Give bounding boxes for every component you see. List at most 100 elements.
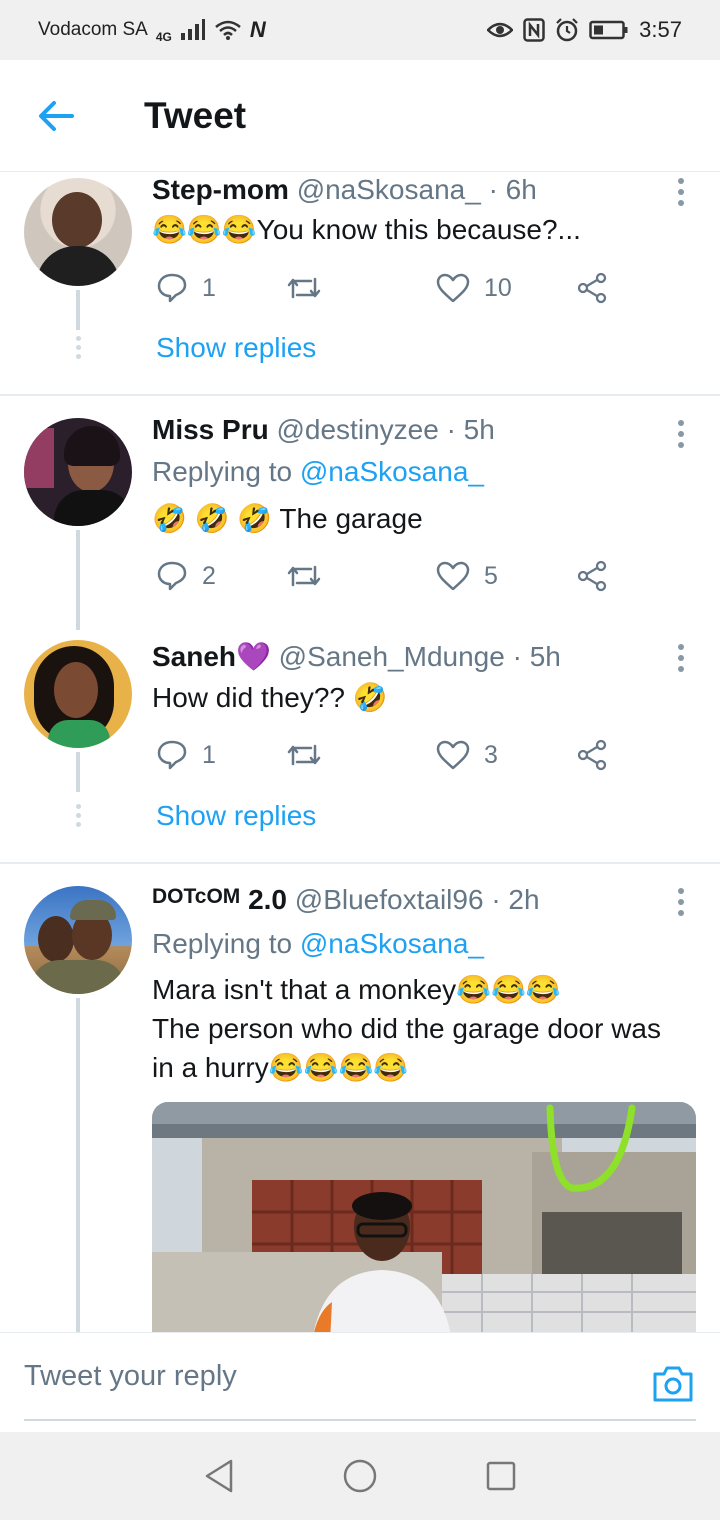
tweet-time: · 2h bbox=[491, 884, 540, 915]
arrow-left-icon bbox=[39, 100, 74, 131]
avatar-figure-body bbox=[36, 246, 120, 286]
avatar[interactable] bbox=[24, 418, 132, 526]
thread-line bbox=[76, 752, 80, 792]
tweet-text: Mara isn't that a monkey😂😂😂 The person w… bbox=[152, 970, 661, 1087]
author-handle[interactable]: @Bluefoxtail96 bbox=[295, 884, 484, 915]
share-icon bbox=[577, 739, 607, 771]
retweet-button[interactable] bbox=[286, 273, 436, 303]
share-button[interactable] bbox=[576, 560, 608, 592]
share-button[interactable] bbox=[576, 739, 608, 771]
tweet-more-button[interactable] bbox=[678, 420, 686, 448]
like-count: 3 bbox=[484, 740, 498, 769]
author-handle[interactable]: @Saneh_Mdunge bbox=[279, 641, 505, 672]
back-button[interactable] bbox=[0, 60, 112, 172]
retweet-icon bbox=[287, 565, 321, 587]
page-title: Tweet bbox=[144, 94, 247, 136]
signal-icon bbox=[180, 19, 205, 40]
home-nav-icon[interactable] bbox=[342, 1458, 378, 1494]
share-icon bbox=[577, 560, 607, 592]
tweet-text: How did they?? 🤣 bbox=[152, 682, 388, 713]
eye-icon bbox=[487, 22, 514, 38]
tweet-more-button[interactable] bbox=[678, 888, 686, 916]
nfc-icon bbox=[523, 18, 545, 42]
retweet-button[interactable] bbox=[286, 561, 436, 591]
reply-button[interactable]: 2 bbox=[156, 560, 286, 592]
thread-line bbox=[76, 290, 80, 330]
author-name[interactable]: Saneh💜 bbox=[152, 641, 271, 672]
author-handle[interactable]: @naSkosana_ bbox=[297, 174, 481, 205]
tweet-text: 🤣 🤣 🤣 The garage bbox=[152, 503, 423, 534]
like-button[interactable]: 10 bbox=[436, 273, 576, 303]
tweet-header: Step-mom @naSkosana_ · 6h bbox=[152, 174, 537, 206]
tweet-header: DOTcOM 2.0 @Bluefoxtail96 · 2h bbox=[152, 884, 540, 916]
system-navigation-bar bbox=[0, 1432, 720, 1520]
retweet-button[interactable] bbox=[286, 740, 436, 770]
camera-button[interactable] bbox=[652, 1365, 694, 1408]
thread-line bbox=[76, 998, 80, 1332]
share-icon bbox=[577, 272, 607, 304]
tweet-media-image[interactable] bbox=[152, 1102, 696, 1332]
replying-to-label: Replying to bbox=[152, 928, 293, 959]
tweet-text-line: The person who did the garage door was bbox=[152, 1013, 661, 1044]
tweet-text: 😂😂😂You know this because?... bbox=[152, 214, 581, 245]
tweet-time: · 6h bbox=[488, 174, 537, 205]
reply-count: 1 bbox=[202, 740, 216, 769]
show-replies-link[interactable]: Show replies bbox=[156, 800, 316, 832]
replying-to: Replying to @naSkosana_ bbox=[152, 928, 484, 960]
reply-button[interactable]: 1 bbox=[156, 272, 286, 304]
show-replies-link[interactable]: Show replies bbox=[156, 332, 316, 364]
avatar[interactable] bbox=[24, 640, 132, 748]
author-handle[interactable]: @destinyzee bbox=[276, 414, 438, 445]
replying-to-handle[interactable]: @naSkosana_ bbox=[300, 456, 484, 487]
replying-to-handle[interactable]: @naSkosana_ bbox=[300, 928, 484, 959]
network-type: 4G bbox=[155, 30, 172, 44]
avatar-figure-body bbox=[48, 720, 110, 748]
retweet-icon bbox=[287, 277, 321, 299]
tweet-header: Miss Pru @destinyzee · 5h bbox=[152, 414, 495, 446]
author-name[interactable]: Step-mom bbox=[152, 174, 289, 205]
share-button[interactable] bbox=[576, 272, 608, 304]
tweet-time: · 5h bbox=[446, 414, 495, 445]
alarm-icon bbox=[556, 18, 578, 42]
tweet-header: Saneh💜 @Saneh_Mdunge · 5h bbox=[152, 640, 561, 673]
tweet-more-button[interactable] bbox=[678, 178, 686, 206]
like-count: 10 bbox=[484, 273, 512, 302]
replying-to-label: Replying to bbox=[152, 456, 293, 487]
clock-time: 3:57 bbox=[639, 17, 682, 42]
avatar-figure-body bbox=[54, 490, 132, 526]
author-name[interactable]: Miss Pru bbox=[152, 414, 269, 445]
divider bbox=[0, 394, 720, 396]
reply-input[interactable]: Tweet your reply bbox=[24, 1333, 696, 1421]
heart-icon bbox=[436, 273, 470, 303]
like-button[interactable]: 3 bbox=[436, 740, 576, 770]
comment-icon bbox=[157, 273, 187, 303]
avatar-background-pink bbox=[24, 428, 54, 488]
garage-photo bbox=[152, 1102, 696, 1332]
avatar-figure-hair bbox=[64, 426, 120, 466]
battery-icon bbox=[589, 20, 628, 40]
avatar-figure bbox=[52, 192, 102, 248]
replying-to: Replying to @naSkosana_ bbox=[152, 456, 484, 488]
author-name-small[interactable]: DOTcOM bbox=[152, 885, 240, 908]
tweet-actions: 1 10 bbox=[156, 268, 626, 308]
recents-nav-icon[interactable] bbox=[485, 1460, 517, 1492]
avatar[interactable] bbox=[24, 178, 132, 286]
avatar[interactable] bbox=[24, 886, 132, 994]
author-name[interactable]: 2.0 bbox=[248, 884, 287, 915]
thread-dots bbox=[74, 336, 82, 359]
conversation-feed[interactable]: Step-mom @naSkosana_ · 6h 😂😂😂You know th… bbox=[0, 172, 720, 1332]
avatar-figure bbox=[54, 662, 98, 718]
top-app-bar: Tweet bbox=[0, 60, 720, 172]
tweet-time: · 5h bbox=[512, 641, 561, 672]
retweet-icon bbox=[287, 744, 321, 766]
like-button[interactable]: 5 bbox=[436, 561, 576, 591]
back-nav-icon[interactable] bbox=[203, 1458, 235, 1494]
tweet-text-line: in a hurry😂😂😂😂 bbox=[152, 1052, 409, 1083]
heart-icon bbox=[436, 740, 470, 770]
thread-dots bbox=[74, 804, 82, 827]
status-bar: Vodacom SA 4G N 3:57 bbox=[0, 0, 720, 60]
comment-icon bbox=[157, 740, 187, 770]
tweet-more-button[interactable] bbox=[678, 644, 686, 672]
reply-count: 2 bbox=[202, 561, 216, 590]
reply-button[interactable]: 1 bbox=[156, 739, 286, 771]
